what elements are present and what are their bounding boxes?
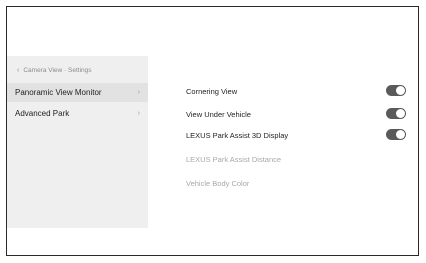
sidebar-item-label: Advanced Park — [15, 109, 70, 118]
sidebar: ‹ Camera View · Settings Panoramic View … — [7, 56, 148, 228]
toggle-knob — [396, 130, 405, 139]
setting-vehicle-body-color: Vehicle Body Color — [186, 176, 406, 190]
setting-label: View Under Vehicle — [186, 109, 251, 119]
setting-label: Cornering View — [186, 86, 238, 96]
toggle-knob — [396, 109, 405, 118]
park-assist-3d-display-toggle[interactable] — [386, 129, 406, 140]
chevron-right-icon: › — [137, 110, 140, 117]
setting-park-assist-distance: LEXUS Park Assist Distance — [186, 152, 406, 166]
view-under-vehicle-toggle[interactable] — [386, 108, 406, 119]
setting-view-under-vehicle[interactable]: View Under Vehicle — [186, 107, 406, 121]
breadcrumb[interactable]: ‹ Camera View · Settings — [17, 67, 92, 74]
breadcrumb-label: Camera View · Settings — [23, 67, 92, 74]
cornering-view-toggle[interactable] — [386, 85, 406, 96]
toggle-knob — [396, 86, 405, 95]
setting-label: Vehicle Body Color — [186, 178, 250, 188]
setting-label: LEXUS Park Assist Distance — [186, 154, 282, 164]
sidebar-item-advanced-park[interactable]: Advanced Park › — [7, 104, 148, 123]
sidebar-item-label: Panoramic View Monitor — [15, 88, 102, 97]
setting-park-assist-3d-display[interactable]: LEXUS Park Assist 3D Display — [186, 128, 406, 142]
screen-frame: ‹ Camera View · Settings Panoramic View … — [6, 6, 419, 256]
back-chevron-icon[interactable]: ‹ — [17, 67, 19, 74]
chevron-right-icon: › — [137, 89, 140, 96]
sidebar-item-panoramic-view-monitor[interactable]: Panoramic View Monitor › — [7, 83, 148, 102]
setting-cornering-view[interactable]: Cornering View — [186, 84, 406, 98]
setting-label: LEXUS Park Assist 3D Display — [186, 130, 289, 140]
